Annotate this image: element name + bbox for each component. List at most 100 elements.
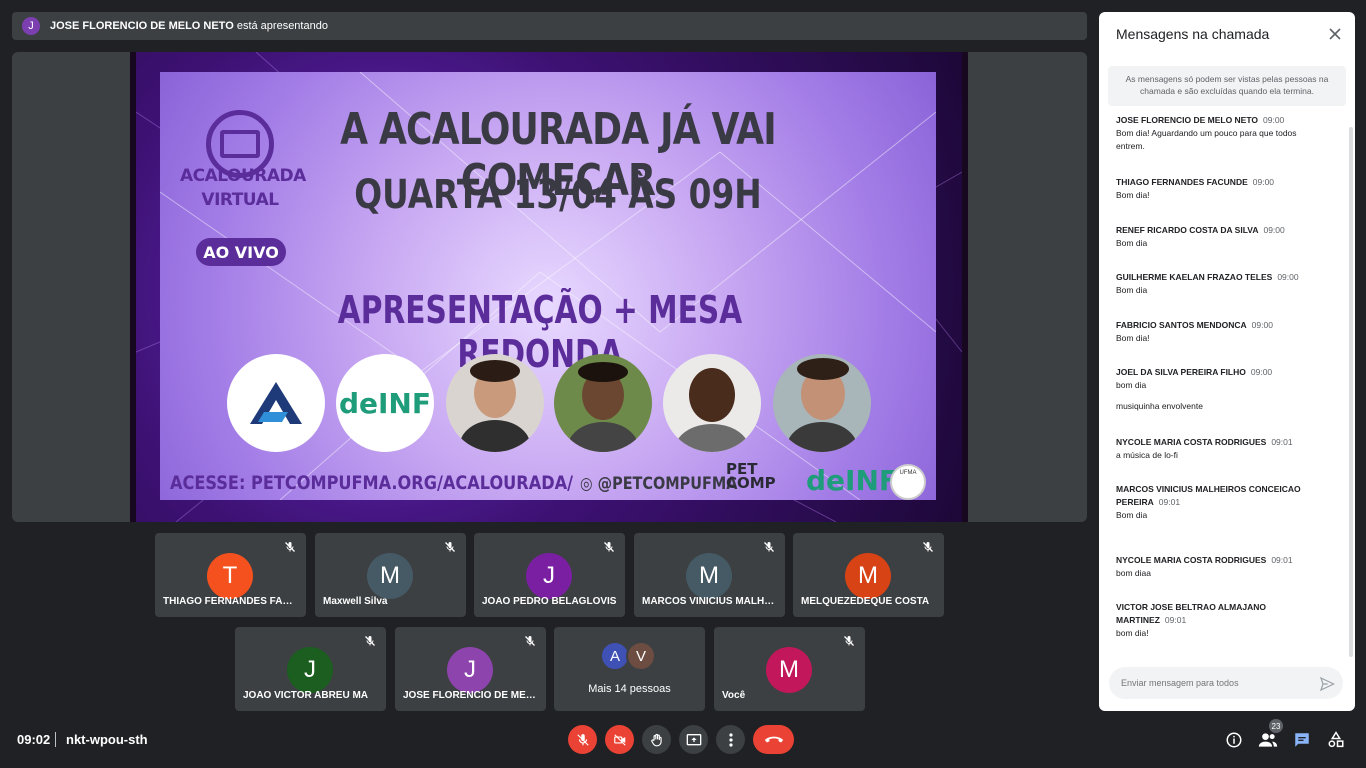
message-time: 09:00 <box>1251 320 1273 330</box>
mic-muted-icon <box>445 542 455 552</box>
mini-avatar: V <box>626 641 656 671</box>
participant-avatar: M <box>766 647 812 693</box>
present-screen-button[interactable] <box>679 725 708 754</box>
participant-tile[interactable]: J JOSE FLORENCIO DE MELO <box>395 627 546 711</box>
message-time: 09:00 <box>1263 115 1285 125</box>
participant-tile[interactable]: J JOAO VICTOR ABREU MA <box>235 627 386 711</box>
message-text: bom dia! <box>1116 628 1149 638</box>
participant-avatar: J <box>526 553 572 599</box>
main-stage[interactable]: ACALOURADA VIRTUAL AO VIVO A ACALOURADA … <box>12 52 1087 522</box>
message-text: Bom dia! Aguardando um pouco para que to… <box>1116 128 1297 151</box>
more-vert-icon <box>728 732 733 747</box>
activities-button[interactable] <box>1323 728 1349 752</box>
message-sender: JOSE FLORENCIO DE MELO NETO 09:00 <box>1116 114 1326 127</box>
sender-name: THIAGO FERNANDES FACUNDE <box>1116 177 1248 187</box>
participant-name: Maxwell Silva <box>323 596 388 607</box>
shirt-shape <box>460 420 530 452</box>
chat-message: JOEL DA SILVA PEREIRA FILHO 09:00 bom dia m… <box>1116 366 1326 413</box>
slide-card: ACALOURADA VIRTUAL AO VIVO A ACALOURADA … <box>160 72 936 500</box>
instagram-icon: ◎ <box>580 474 598 494</box>
hair-shape <box>797 358 849 380</box>
participant-name: THIAGO FERNANDES FACUNDE <box>163 596 298 607</box>
ufma-seal-icon: UFMA <box>890 464 926 500</box>
send-message-button[interactable] <box>1319 676 1336 692</box>
chat-message-input[interactable] <box>1109 667 1343 699</box>
sender-name: RENEF RICARDO COSTA DA SILVA <box>1116 225 1259 235</box>
participant-name: JOAO PEDRO BELAGLOVIS <box>482 596 617 607</box>
more-options-button[interactable] <box>716 725 745 754</box>
presenter-name: JOSE FLORENCIO DE MELO NETO <box>50 20 234 32</box>
message-sender: VICTOR JOSE BELTRAO ALMAJANO MARTINEZ 09:… <box>1116 601 1326 627</box>
mic-muted-icon <box>285 542 295 552</box>
slide-instagram: ◎ @PETCOMPUFMA <box>580 474 737 494</box>
delnf-logo-text: deINF <box>338 386 431 420</box>
instagram-handle: @PETCOMPUFMA <box>597 474 738 494</box>
participant-tile[interactable]: MMARCOS VINICIUS MALHEIROS <box>634 533 785 617</box>
mic-off-icon <box>576 733 589 746</box>
message-time: 09:00 <box>1252 177 1275 187</box>
info-icon <box>1226 732 1242 748</box>
chat-button[interactable] <box>1289 728 1315 752</box>
hair-shape <box>578 362 628 382</box>
participant-tile[interactable]: TTHIAGO FERNANDES FACUNDE <box>155 533 306 617</box>
participant-avatar: T <box>207 553 253 599</box>
chat-message: THIAGO FERNANDES FACUNDE 09:00 Bom dia! <box>1116 176 1326 202</box>
chat-message: NYCOLE MARIA COSTA RODRIGUES 09:01 bom dia… <box>1116 554 1326 580</box>
mic-muted-icon <box>604 542 614 552</box>
sender-name: FABRICIO SANTOS MENDONCA <box>1116 320 1247 330</box>
message-sender: RENEF RICARDO COSTA DA SILVA 09:00 <box>1116 224 1326 237</box>
mic-muted-icon <box>844 636 854 646</box>
message-text: Bom dia! <box>1116 190 1150 200</box>
message-time: 09:01 <box>1271 437 1293 447</box>
more-participants-tile[interactable]: A V Mais 14 pessoas <box>554 627 705 711</box>
mic-toggle-button[interactable] <box>568 725 597 754</box>
message-time: 09:00 <box>1250 367 1273 377</box>
participant-name: MARCOS VINICIUS MALHEIROS <box>642 596 777 607</box>
participant-tile[interactable]: M Você <box>714 627 865 711</box>
people-icon <box>1258 733 1278 747</box>
logo-line1: ACALOURADA <box>180 166 306 186</box>
raise-hand-button[interactable] <box>642 725 671 754</box>
sender-name: JOSE FLORENCIO DE MELO NETO <box>1116 115 1258 125</box>
logo-line2: VIRTUAL <box>201 190 279 210</box>
message-text: Bom dia <box>1116 285 1148 295</box>
message-text: bom diaa <box>1116 568 1151 578</box>
message-text: bom dia <box>1116 380 1147 390</box>
participant-tile[interactable]: M Maxwell Silva <box>315 533 466 617</box>
participant-tile[interactable]: M MELQUEZEDEQUE COSTA <box>793 533 944 617</box>
camera-toggle-button[interactable] <box>605 725 634 754</box>
close-chat-button[interactable] <box>1327 26 1343 42</box>
chat-message: MARCOS VINICIUS MALHEIROS CONCEICAO PERE… <box>1116 483 1326 522</box>
participant-avatar: M <box>845 553 891 599</box>
more-avatars: A V <box>600 641 670 673</box>
chat-scrollbar[interactable] <box>1349 127 1353 657</box>
participant-name: JOSE FLORENCIO DE MELO <box>403 690 538 701</box>
message-text: Bom dia <box>1116 510 1148 520</box>
message-time: 09:01 <box>1164 615 1187 625</box>
face-shape <box>689 368 735 422</box>
leave-call-button[interactable] <box>753 725 794 754</box>
sender-name: NYCOLE MARIA COSTA RODRIGUES <box>1116 437 1267 447</box>
ao-vivo-badge: AO VIVO <box>196 238 286 266</box>
shirt-shape <box>568 422 638 452</box>
meeting-code: nkt-wpou-sth <box>66 732 148 747</box>
shirt-shape <box>675 424 749 452</box>
comp-text: COMP <box>726 474 776 492</box>
message-sender: THIAGO FERNANDES FACUNDE 09:00 <box>1116 176 1326 189</box>
participant-name: MELQUEZEDEQUE COSTA <box>801 596 930 607</box>
meeting-details-button[interactable] <box>1221 728 1247 752</box>
chat-privacy-notice: As mensagens só podem ser vistas pelas p… <box>1108 66 1346 106</box>
participant-avatar: M <box>367 553 413 599</box>
mic-muted-icon <box>764 542 774 552</box>
message-text: Bom dia <box>1116 238 1148 248</box>
monitor-icon <box>220 130 260 158</box>
chat-message: JOSE FLORENCIO DE MELO NETO 09:00 Bom dia!… <box>1116 114 1326 153</box>
chat-message-list[interactable]: JOSE FLORENCIO DE MELO NETO 09:00 Bom dia!… <box>1099 110 1355 660</box>
participant-tile[interactable]: J JOAO PEDRO BELAGLOVIS <box>474 533 625 617</box>
chat-message: GUILHERME KAELAN FRAZAO TELES 09:00 Bom di… <box>1116 271 1326 297</box>
chat-title: Mensagens na chamada <box>1116 26 1270 42</box>
chat-message: NYCOLE MARIA COSTA RODRIGUES 09:01 a músic… <box>1116 436 1326 462</box>
hair-shape <box>470 360 520 382</box>
message-text: a música de lo-fi <box>1116 450 1178 460</box>
participant-avatar: J <box>287 647 333 693</box>
